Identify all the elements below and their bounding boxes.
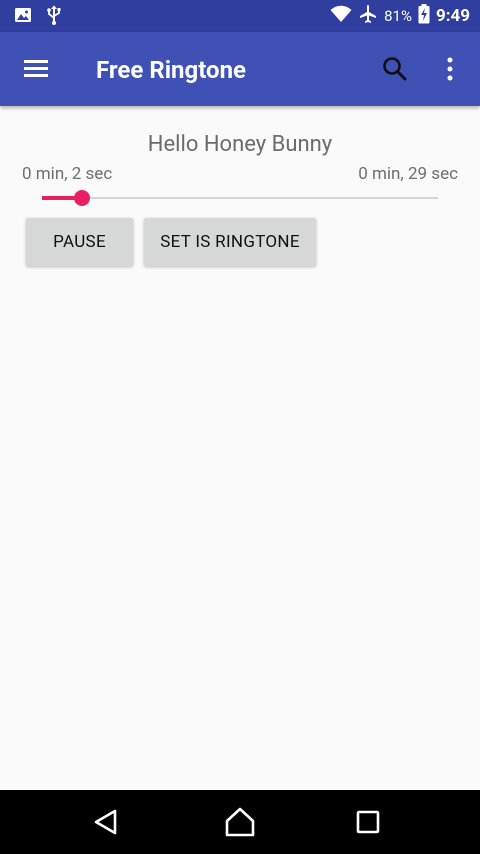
app-bar: Free Ringtone	[0, 32, 480, 106]
more-vert-icon	[447, 57, 453, 81]
set-ringtone-button[interactable]: SET IS RINGTONE	[144, 218, 316, 266]
search-icon	[383, 57, 407, 81]
navigation-bar	[0, 790, 480, 854]
seek-bar[interactable]	[42, 188, 438, 208]
battery-percent: 81%	[384, 7, 412, 25]
back-icon	[94, 809, 117, 835]
seek-track	[42, 197, 438, 199]
recent-apps-button[interactable]	[350, 804, 386, 840]
home-icon	[225, 807, 255, 837]
menu-icon	[24, 60, 48, 77]
more-options-button[interactable]	[440, 54, 460, 84]
status-clock: 9:49	[435, 6, 470, 26]
status-bar: 81% 9:49	[0, 0, 480, 32]
menu-button[interactable]	[22, 56, 52, 82]
pause-button[interactable]: PAUSE	[26, 218, 133, 266]
seek-thumb[interactable]	[73, 190, 90, 206]
current-time: 0 min, 2 sec	[22, 164, 113, 184]
app-title: Free Ringtone	[96, 56, 246, 84]
usb-icon	[46, 5, 62, 29]
wifi-icon	[330, 5, 352, 27]
song-title: Hello Honey Bunny	[147, 132, 333, 157]
airplane-icon	[358, 4, 378, 28]
total-time: 0 min, 29 sec	[358, 164, 458, 184]
back-button[interactable]	[88, 804, 124, 840]
recent-apps-icon	[356, 810, 380, 834]
home-button[interactable]	[222, 804, 258, 840]
battery-charging-icon	[418, 4, 430, 28]
image-icon	[14, 6, 32, 28]
search-button[interactable]	[380, 54, 410, 84]
